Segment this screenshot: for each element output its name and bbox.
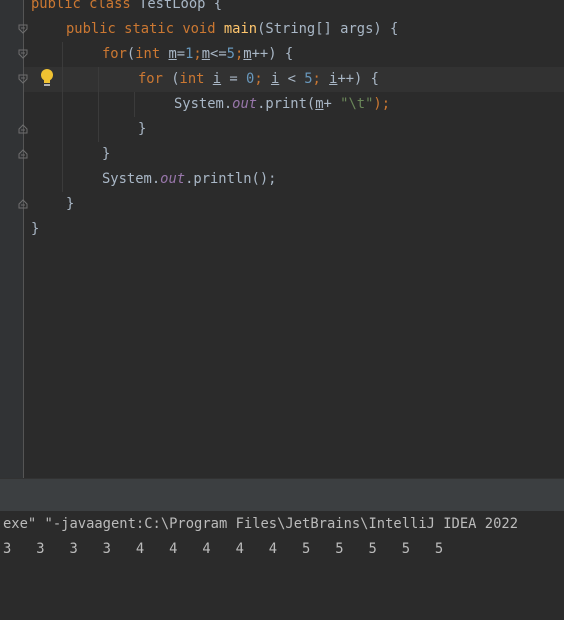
params: (String[] args) {: [257, 21, 399, 37]
field: out: [160, 171, 186, 187]
code-line-3: for(int m=1;m<=5;m++) {: [102, 42, 293, 67]
statement-end: );: [373, 96, 391, 112]
operator: <: [279, 71, 305, 87]
operator: =: [176, 46, 186, 62]
code-line-7: }: [102, 142, 110, 167]
code-line-10: }: [31, 217, 39, 242]
code-line-8: System.out.println();: [102, 167, 276, 192]
keyword: int: [135, 46, 161, 62]
editor-gutter: [0, 0, 23, 478]
code-editor[interactable]: public class TestLoop { public static vo…: [0, 0, 564, 478]
operator: ++) {: [337, 71, 379, 87]
brace: }: [138, 121, 147, 137]
keyword: static: [124, 21, 174, 37]
class-ref: System.: [174, 96, 233, 112]
code-line-5: System.out.print(m+ "\t");: [174, 92, 390, 117]
code-line-9: }: [66, 192, 74, 217]
operator: +: [323, 96, 341, 112]
variable: m: [243, 46, 252, 62]
paren: (: [126, 46, 136, 62]
field: out: [232, 96, 258, 112]
indent-guide: [98, 67, 99, 142]
keyword: void: [182, 21, 216, 37]
semicolon: ;: [254, 71, 271, 87]
operator: =: [221, 71, 247, 87]
brace: {: [213, 0, 223, 12]
tool-window-header: [0, 478, 564, 512]
fold-marker-icon[interactable]: [18, 74, 28, 84]
run-console[interactable]: exe" "-javaagent:C:\Program Files\JetBra…: [0, 511, 564, 620]
number: 5: [226, 46, 235, 62]
console-command-line: exe" "-javaagent:C:\Program Files\JetBra…: [3, 516, 518, 532]
class-name: TestLoop: [139, 0, 206, 12]
operator: <=: [210, 46, 227, 62]
indent-guide: [62, 42, 63, 192]
number: 5: [304, 71, 313, 87]
brace: }: [66, 196, 75, 212]
class-ref: System.: [102, 171, 161, 187]
paren: (: [162, 71, 180, 87]
variable: m: [315, 96, 324, 112]
keyword: public: [31, 0, 81, 12]
fold-marker-icon[interactable]: [18, 24, 28, 34]
method-call: .print(: [257, 96, 316, 112]
keyword: int: [179, 71, 205, 87]
keyword: class: [89, 0, 131, 12]
variable: m: [168, 46, 177, 62]
brace: }: [31, 221, 40, 237]
keyword: public: [66, 21, 116, 37]
code-line-1: public class TestLoop {: [31, 0, 222, 17]
fold-marker-icon[interactable]: [18, 149, 28, 159]
semicolon: ;: [193, 46, 202, 62]
method-name: main: [223, 21, 258, 37]
fold-marker-icon[interactable]: [18, 199, 28, 209]
code-line-4: for (int i = 0; i < 5; i++) {: [138, 67, 379, 92]
indent-guide: [134, 92, 135, 117]
keyword: for: [138, 71, 163, 87]
keyword: for: [102, 46, 127, 62]
fold-marker-icon[interactable]: [18, 124, 28, 134]
semicolon: ;: [312, 71, 330, 87]
method-call: .println();: [185, 171, 277, 187]
code-line-2: public static void main(String[] args) {: [66, 17, 398, 42]
variable: m: [201, 46, 211, 62]
operator: ++) {: [251, 46, 294, 62]
lightbulb-icon[interactable]: [39, 68, 55, 88]
fold-marker-icon[interactable]: [18, 49, 28, 59]
code-line-6: }: [138, 117, 146, 142]
brace: }: [102, 146, 111, 162]
console-output-line: 3 3 3 3 4 4 4 4 4 5 5 5 5 5: [3, 541, 444, 557]
string-literal: "\t": [340, 96, 374, 112]
variable: i: [212, 71, 222, 87]
